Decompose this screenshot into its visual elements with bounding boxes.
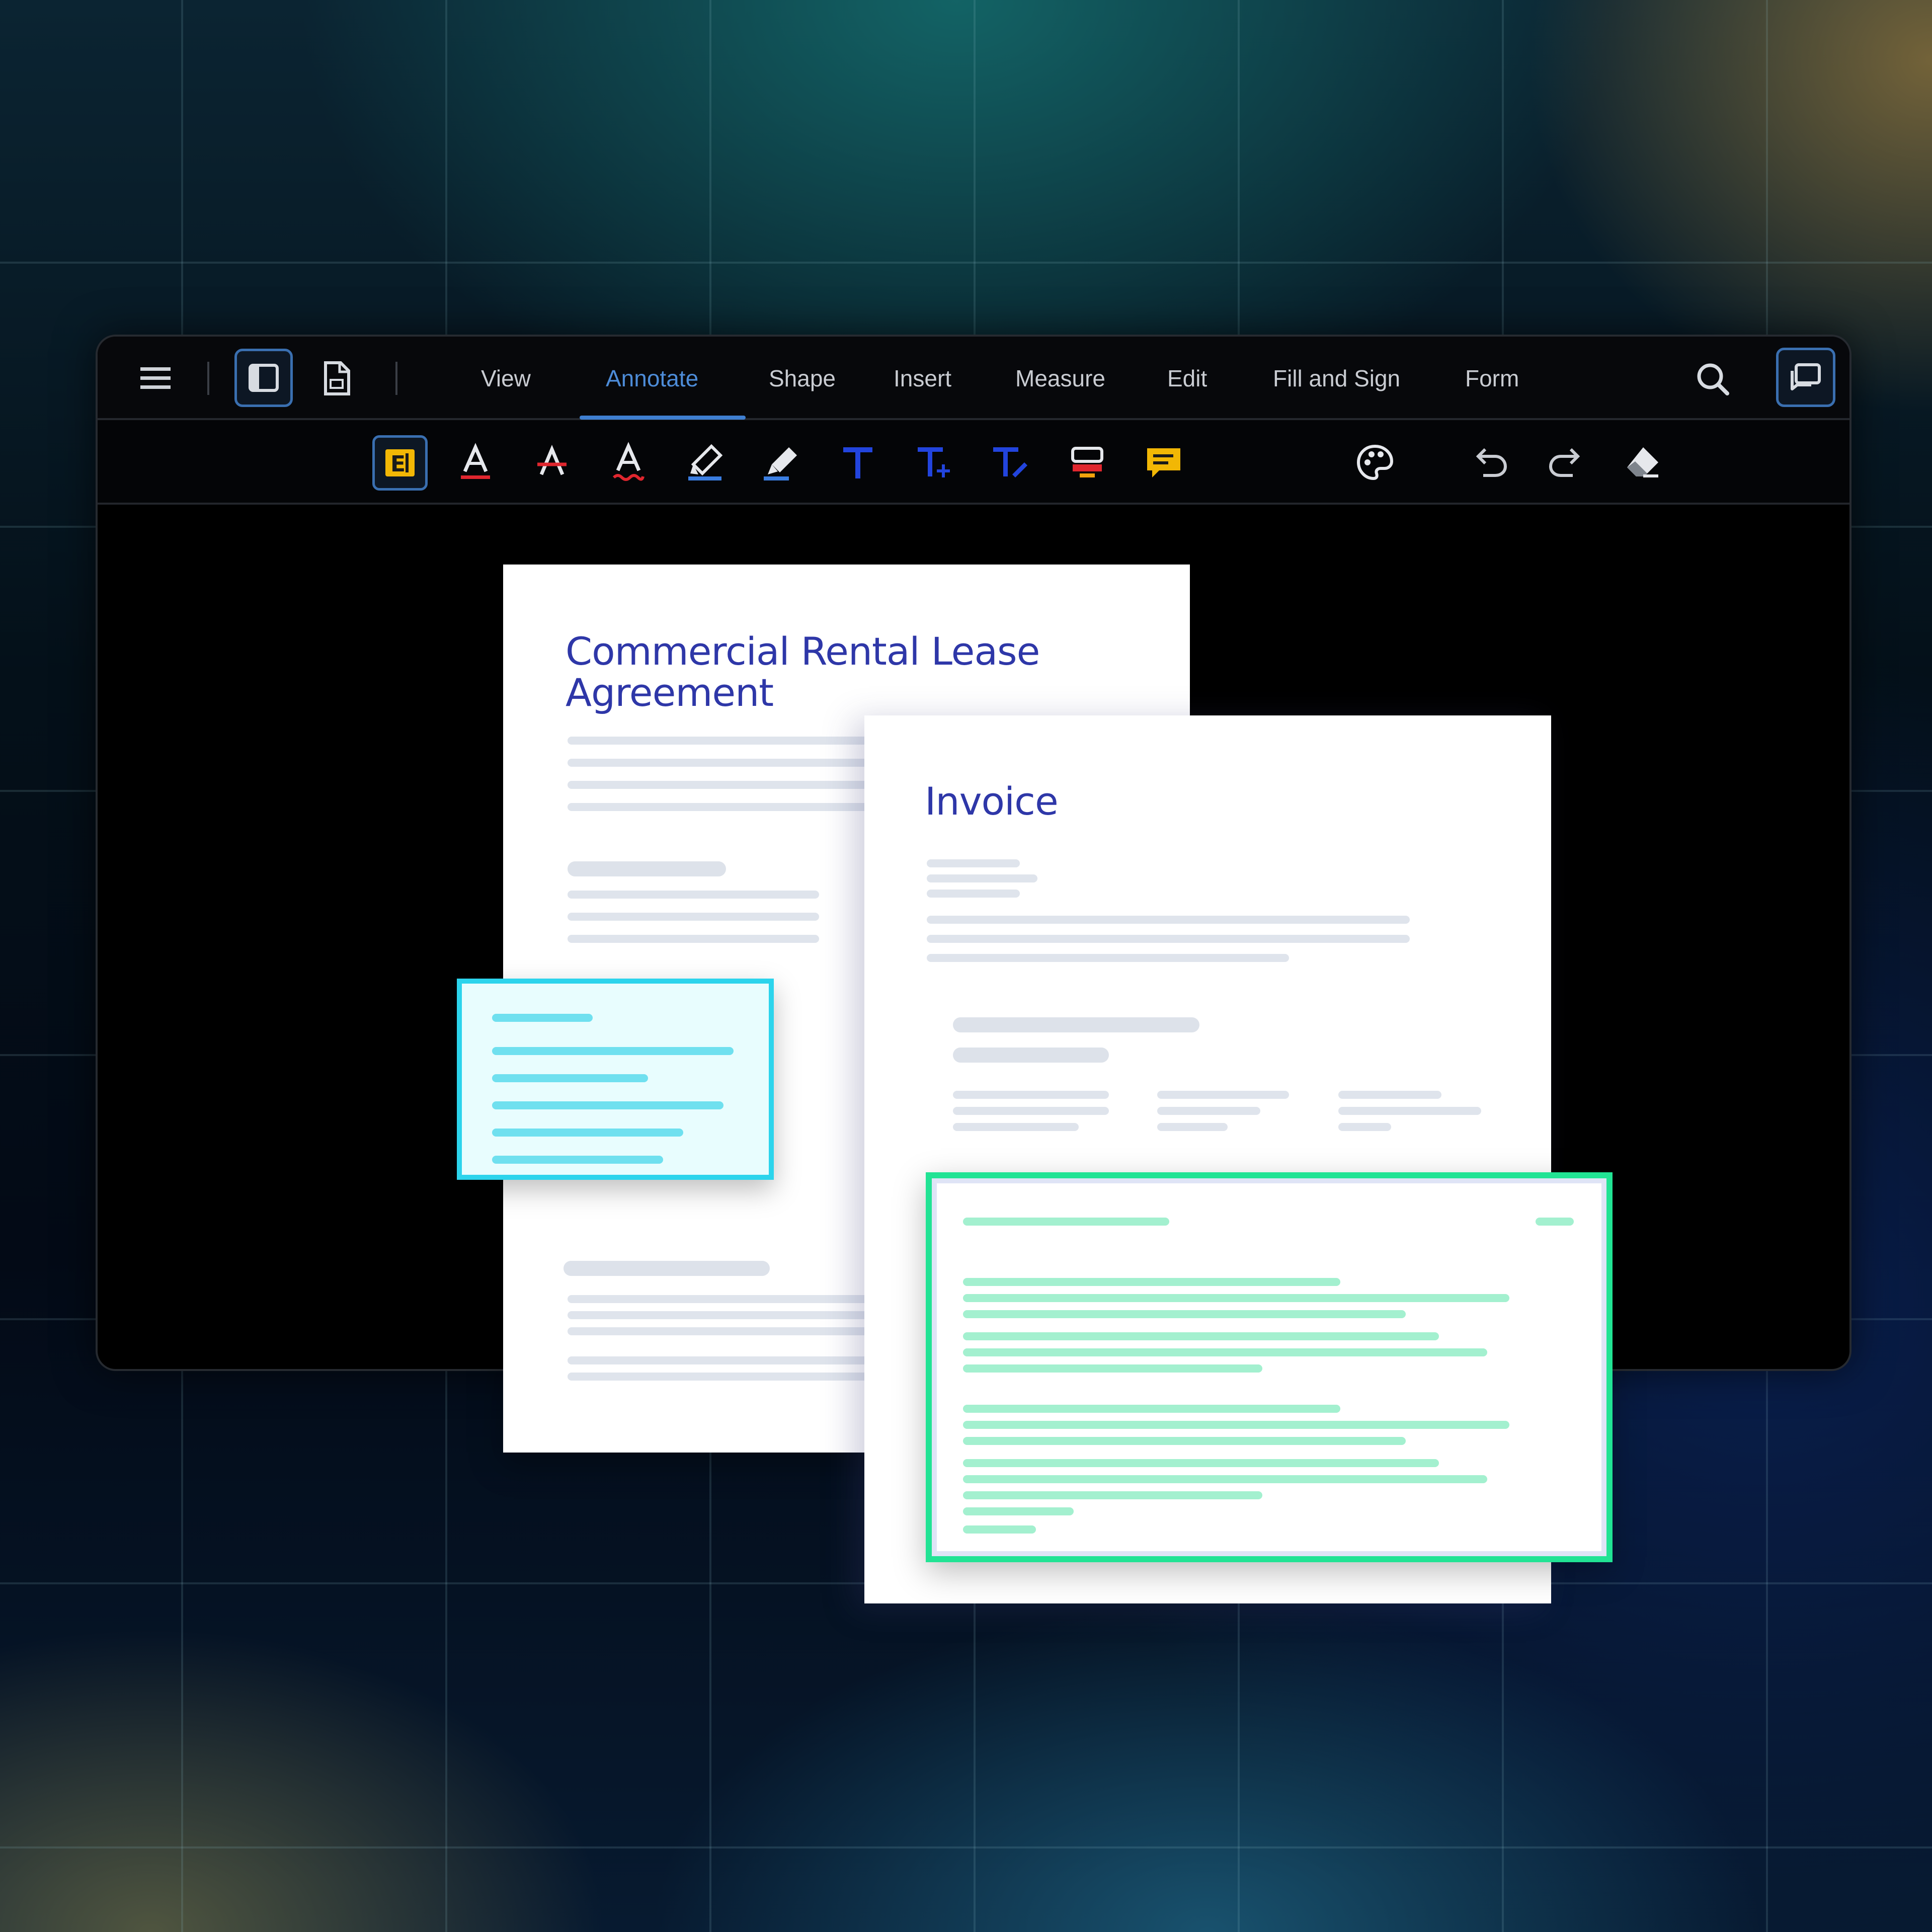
section-heading-placeholder (953, 1048, 1109, 1063)
text-line (568, 1373, 869, 1381)
highlight-line (492, 1047, 734, 1055)
document-icon[interactable] (314, 356, 359, 401)
text-line (1157, 1123, 1228, 1131)
highlight-line (963, 1364, 1262, 1373)
highlight-line (963, 1421, 1509, 1429)
lease-title-line-1: Commercial Rental Lease (566, 629, 1040, 674)
text-select-icon[interactable]: E (372, 435, 428, 491)
tab-measure[interactable]: Measure (1015, 337, 1105, 420)
highlight-line (963, 1507, 1074, 1515)
text-underline-icon[interactable] (448, 435, 503, 491)
highlight-line (492, 1156, 663, 1164)
text-line (927, 916, 1410, 924)
highlight-line (963, 1348, 1487, 1356)
highlight-line (963, 1491, 1262, 1499)
active-tab-indicator (580, 416, 746, 420)
section-heading-placeholder (568, 861, 726, 876)
highlight-line (963, 1278, 1340, 1286)
tab-shape[interactable]: Shape (769, 337, 836, 420)
tab-view[interactable]: View (481, 337, 531, 420)
text-callout-icon[interactable] (907, 435, 962, 491)
free-highlight-icon[interactable] (754, 435, 809, 491)
text-line (568, 803, 869, 811)
text-line (1338, 1091, 1441, 1099)
text-typewriter-icon[interactable] (983, 435, 1038, 491)
highlight-line (492, 1074, 648, 1082)
search-icon[interactable] (1688, 355, 1737, 403)
text-line (953, 1107, 1109, 1115)
section-heading-placeholder (953, 1017, 1199, 1032)
section-heading-placeholder (564, 1261, 770, 1276)
tab-form[interactable]: Form (1465, 337, 1519, 420)
text-line (568, 1356, 869, 1364)
top-menu-bar: View Annotate Shape Insert Measure Edit … (98, 337, 1849, 420)
separator (207, 362, 209, 395)
text-line (1338, 1107, 1481, 1115)
highlight-line (963, 1437, 1406, 1445)
tab-fill-and-sign[interactable]: Fill and Sign (1273, 337, 1400, 420)
text-squiggly-icon[interactable] (601, 435, 656, 491)
highlight-line (963, 1310, 1406, 1318)
eraser-icon[interactable] (1615, 435, 1670, 491)
menu-icon[interactable] (133, 356, 178, 401)
svg-text:E: E (390, 451, 406, 477)
cyan-highlight-annotation[interactable] (457, 979, 774, 1180)
text-line (568, 935, 819, 943)
highlight-line (963, 1525, 1036, 1534)
text-line (568, 1311, 869, 1319)
highlight-line (492, 1101, 723, 1109)
text-line (568, 781, 869, 789)
text-line (568, 1327, 869, 1335)
highlight-line (963, 1294, 1509, 1302)
text-line (927, 859, 1020, 867)
highlight-line (963, 1218, 1169, 1226)
tab-annotate[interactable]: Annotate (606, 337, 698, 420)
text-line (1157, 1107, 1260, 1115)
highlight-line (963, 1332, 1439, 1340)
text-strikeout-icon[interactable] (524, 435, 580, 491)
free-text-icon[interactable] (830, 435, 886, 491)
lease-document-title: Commercial Rental Lease Agreement (566, 629, 1040, 715)
highlighter-icon[interactable] (677, 435, 733, 491)
sidebar-panel-icon[interactable] (234, 349, 293, 407)
text-line (927, 890, 1020, 898)
text-line (927, 954, 1289, 962)
separator (395, 362, 397, 395)
highlight-line (963, 1459, 1439, 1467)
text-line (568, 737, 869, 745)
invoice-title: Invoice (925, 779, 1059, 824)
text-line (568, 891, 819, 899)
text-line (927, 874, 1037, 882)
sticky-note-icon[interactable] (1136, 435, 1191, 491)
text-line (927, 935, 1410, 943)
text-line (568, 1295, 869, 1303)
text-line (953, 1091, 1109, 1099)
redo-icon[interactable] (1539, 435, 1594, 491)
tab-edit[interactable]: Edit (1167, 337, 1207, 420)
highlight-line (1536, 1218, 1574, 1226)
lease-title-line-2: Agreement (566, 670, 774, 715)
highlight-line (492, 1014, 593, 1022)
tab-insert[interactable]: Insert (894, 337, 951, 420)
comment-panel-icon[interactable] (1776, 348, 1835, 407)
undo-icon[interactable] (1462, 435, 1517, 491)
highlight-line (492, 1129, 683, 1137)
text-line (1157, 1091, 1289, 1099)
text-line (953, 1123, 1079, 1131)
text-line (568, 913, 819, 921)
green-highlight-annotation[interactable] (926, 1172, 1613, 1562)
highlight-line (963, 1405, 1340, 1413)
stamp-icon[interactable] (1060, 435, 1115, 491)
color-palette-icon[interactable] (1347, 435, 1403, 491)
highlight-line (963, 1475, 1487, 1483)
text-line (1338, 1123, 1391, 1131)
text-line (568, 759, 869, 767)
